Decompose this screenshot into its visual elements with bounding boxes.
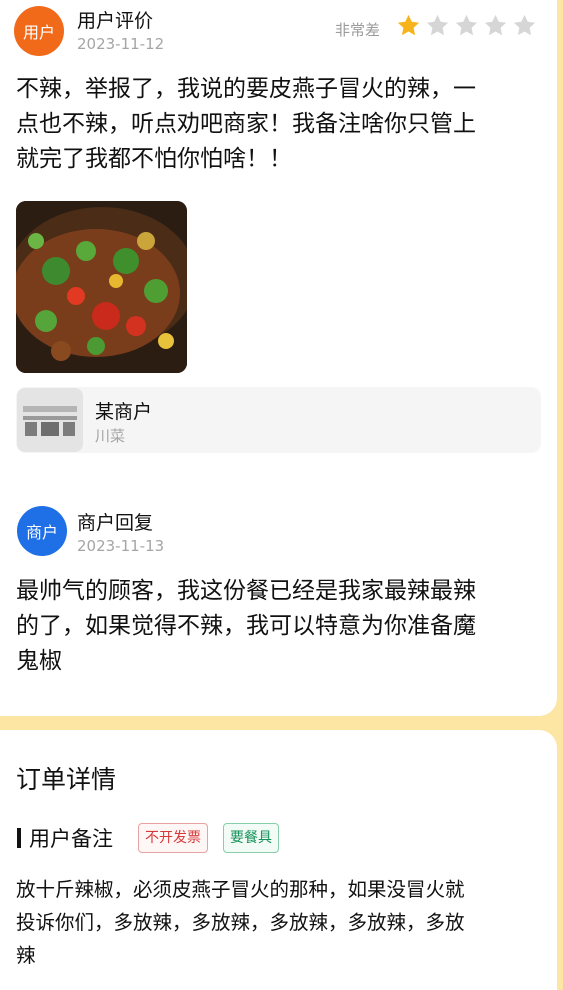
merchant-name: 某商户 — [95, 401, 153, 423]
star-icon — [426, 14, 449, 36]
reply-text-line: 的了，如果觉得不辣，我可以特意为你准备魔 — [16, 613, 476, 639]
reply-title: 商户回复 — [77, 512, 154, 534]
food-photo[interactable] — [16, 201, 187, 373]
rating-label: 非常差 — [335, 21, 381, 39]
merchant-card[interactable]: 某商户 川菜 — [16, 387, 541, 453]
reply-text-line: 最帅气的顾客，我这份餐已经是我家最辣最辣 — [16, 578, 476, 604]
review-text-line: 不辣，举报了，我说的要皮燕子冒火的辣，一 — [16, 76, 476, 102]
note-text-line: 放十斤辣椒，必须皮燕子冒火的那种，如果没冒火就 — [16, 878, 465, 901]
shop-icon — [17, 388, 83, 452]
review-text-line: 就完了我都不怕你怕啥！！ — [16, 146, 292, 172]
note-title: 用户备注 — [29, 827, 113, 851]
star-icon — [455, 14, 478, 36]
reply-text-line: 鬼椒 — [16, 648, 62, 674]
user-avatar: 用户 — [14, 6, 64, 56]
note-text-line: 投诉你们，多放辣，多放辣，多放辣，多放辣，多放 — [16, 911, 465, 934]
note-text: 放十斤辣椒，必须皮燕子冒火的那种，如果没冒火就 投诉你们，多放辣，多放辣，多放辣… — [16, 873, 546, 972]
merchant-category: 川菜 — [95, 427, 126, 445]
note-accent-bar — [17, 828, 21, 848]
star-rating — [396, 13, 537, 38]
review-text-line: 点也不辣，听点劝吧商家！我备注啥你只管上 — [16, 111, 476, 137]
reply-date: 2023-11-13 — [77, 537, 165, 555]
no-invoice-tag: 不开发票 — [138, 823, 208, 853]
food-image — [16, 201, 187, 373]
star-icon — [513, 14, 536, 36]
review-text: 不辣，举报了，我说的要皮燕子冒火的辣，一 点也不辣，听点劝吧商家！我备注啥你只管… — [16, 72, 476, 177]
star-icon — [397, 14, 420, 36]
need-utensils-tag: 要餐具 — [223, 823, 279, 853]
review-title: 用户评价 — [77, 10, 154, 32]
note-text-line: 辣 — [16, 944, 36, 967]
review-date: 2023-11-12 — [77, 35, 165, 53]
reply-text: 最帅气的顾客，我这份餐已经是我家最辣最辣 的了，如果觉得不辣，我可以特意为你准备… — [16, 574, 476, 679]
merchant-avatar: 商户 — [17, 506, 67, 556]
review-card: 用户 用户评价 2023-11-12 非常差 不辣，举报了，我说的要皮燕子冒火的… — [0, 0, 557, 716]
order-section-title: 订单详情 — [16, 765, 117, 794]
star-icon — [484, 14, 507, 36]
